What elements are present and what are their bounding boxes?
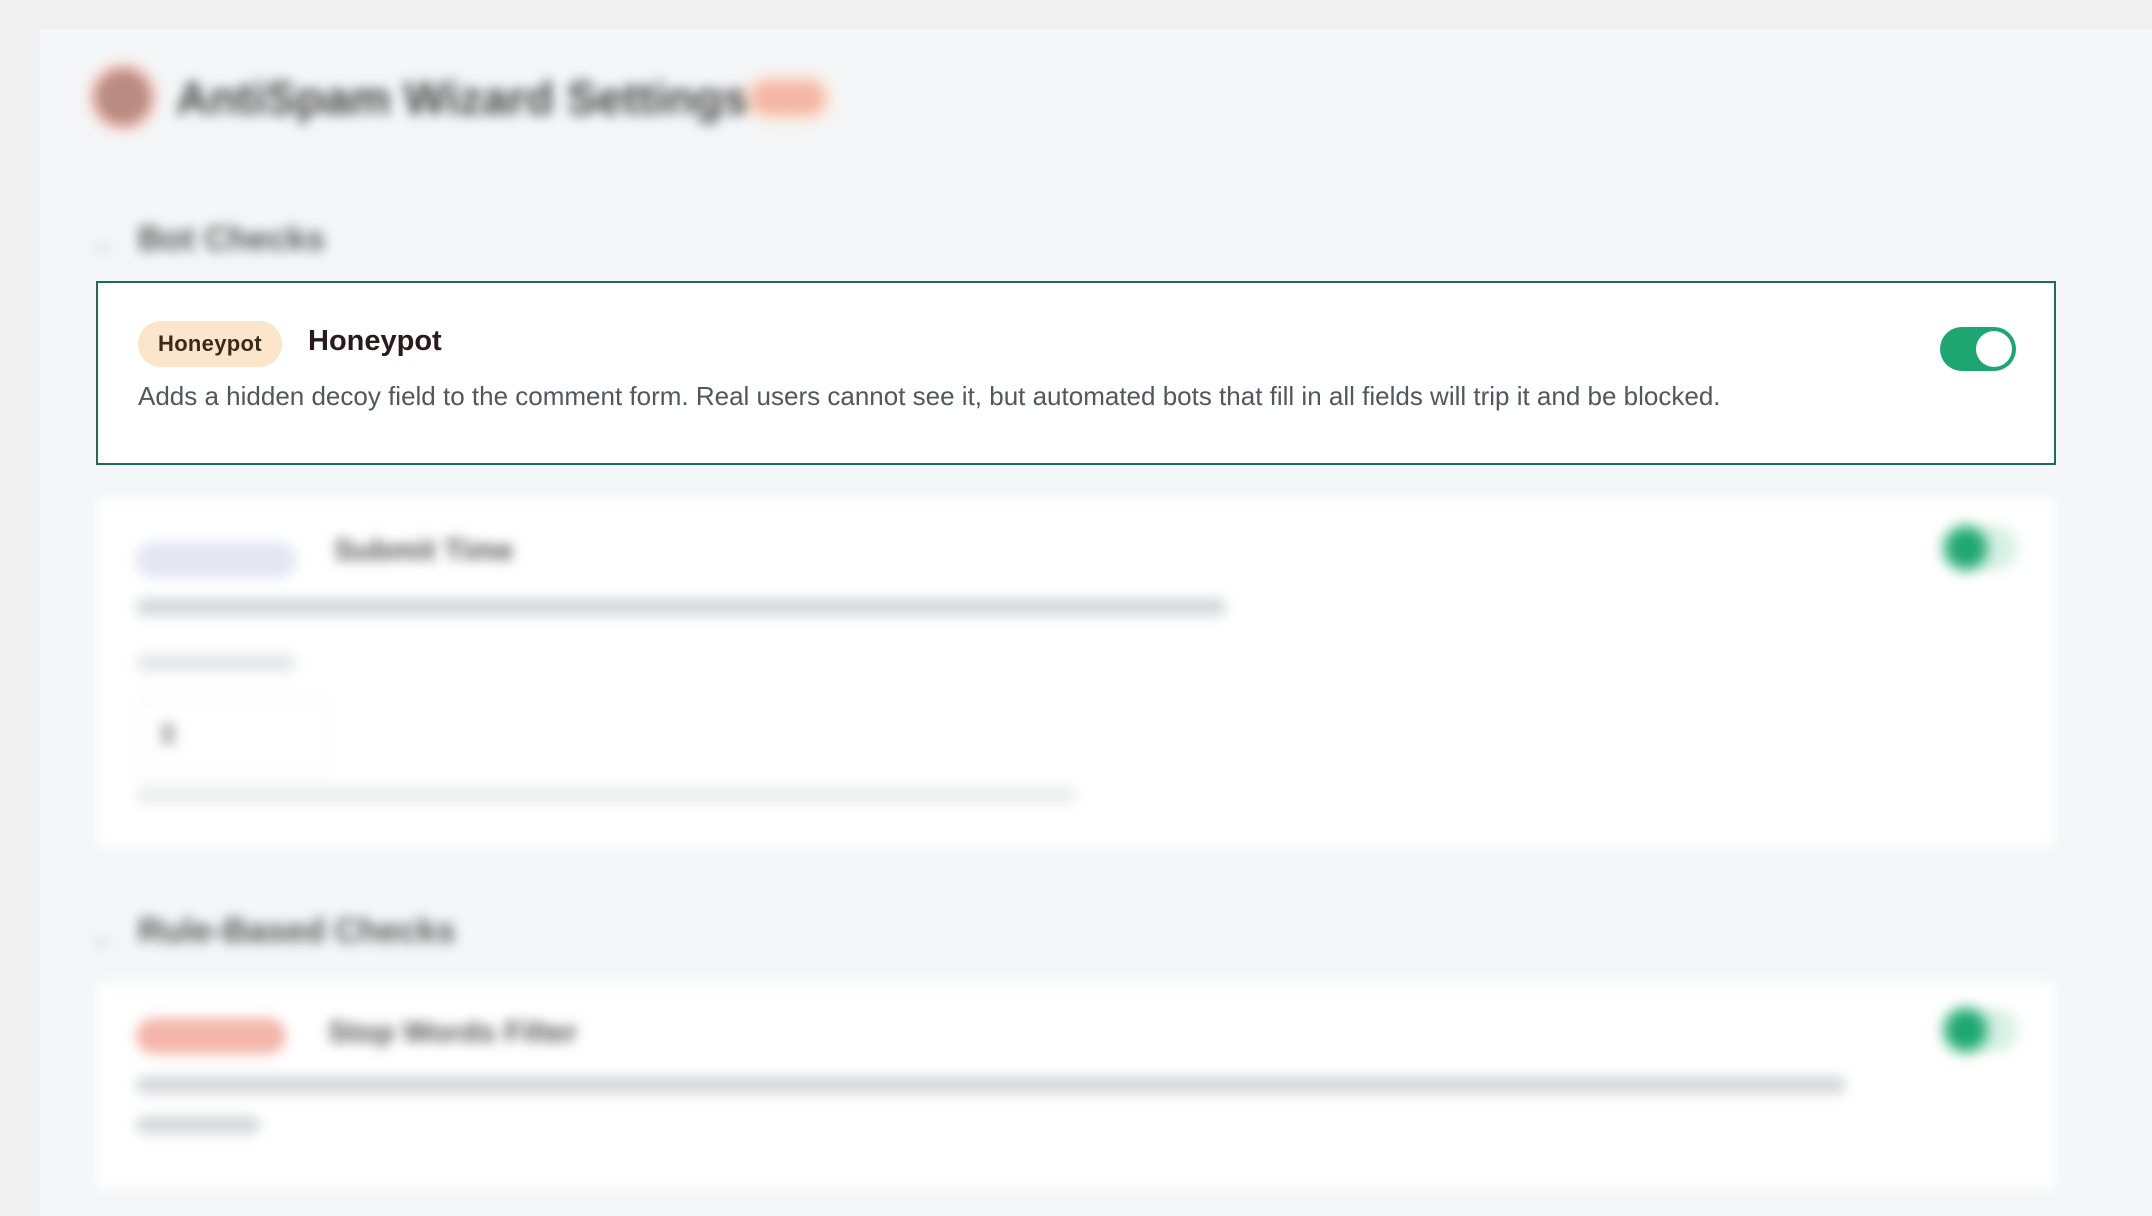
plugin-logo-icon [96,70,150,124]
stop-words-card: Stop Words Filter [96,982,2056,1190]
stop-words-toggle[interactable] [1942,1008,2018,1052]
stop-words-tag-badge [136,1018,286,1054]
submit-time-description [136,598,1226,616]
section-title: Rule-Based Checks [138,912,456,950]
chevron-down-icon [96,940,108,944]
toggle-knob [1948,1012,1984,1048]
honeypot-title: Honeypot [308,325,442,357]
honeypot-card: Honeypot Honeypot Adds a hidden decoy fi… [96,281,2056,465]
honeypot-tag-badge: Honeypot [138,321,282,367]
toggle-knob [1976,331,2012,367]
page: AntiSpam Wizard Settings Bot Checks Hone… [0,0,2152,1216]
submit-time-tag-badge [136,542,296,578]
honeypot-description: Adds a hidden decoy field to the comment… [138,381,1721,411]
submit-time-toggle[interactable] [1942,526,2018,570]
version-badge [752,82,824,114]
stop-words-title: Stop Words Filter [328,1016,578,1049]
toggle-knob [1948,530,1984,566]
chevron-down-icon [96,246,108,250]
stop-words-description-line-2 [136,1116,260,1134]
section-title: Bot Checks [138,220,326,258]
honeypot-toggle[interactable] [1940,327,2016,371]
submit-time-title: Submit Time [334,534,514,567]
page-title: AntiSpam Wizard Settings [176,72,749,124]
min-seconds-help-text [136,786,1076,804]
min-seconds-input[interactable] [140,698,328,776]
stop-words-description-line-1 [136,1076,1846,1094]
submit-time-card: Submit Time [96,498,2056,848]
min-seconds-label [136,654,296,672]
input-value [161,723,175,745]
